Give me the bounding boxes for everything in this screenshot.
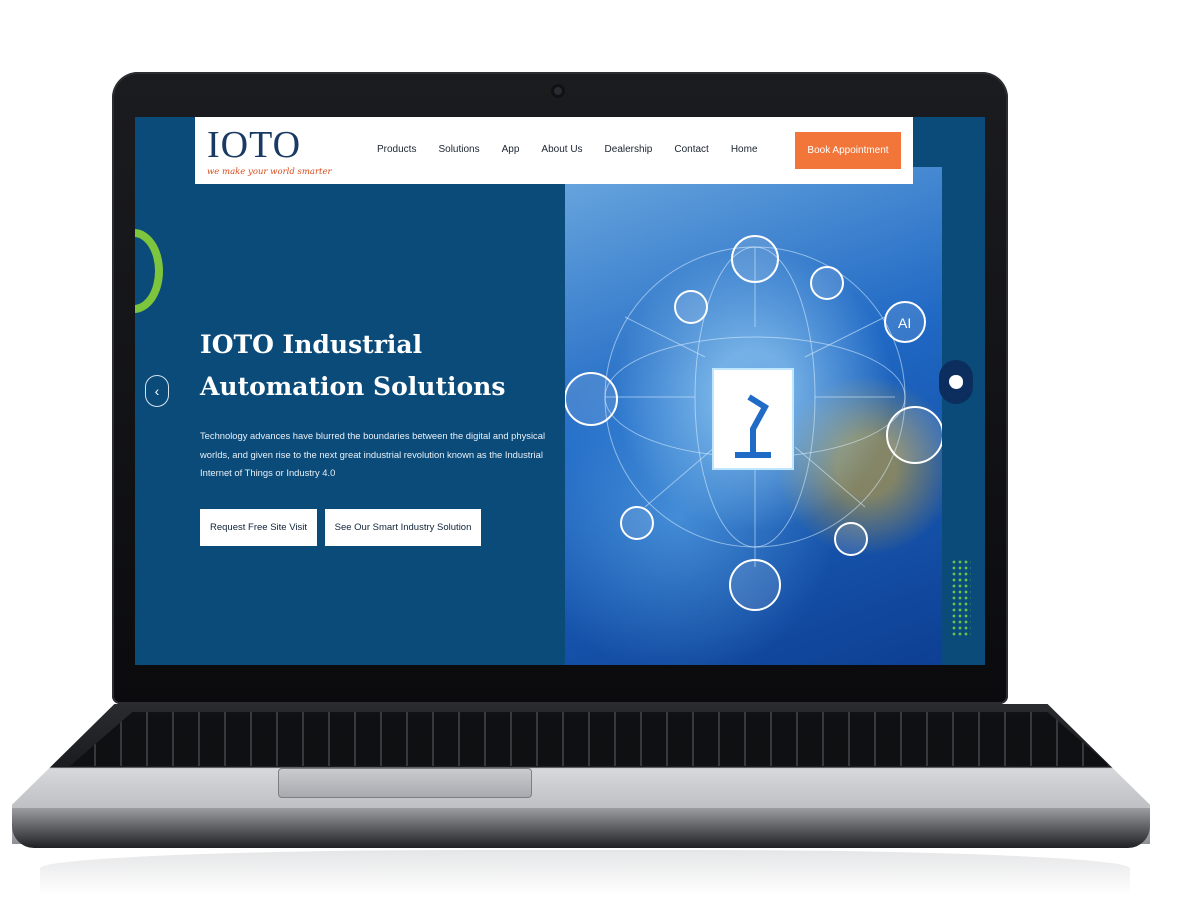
- site-navbar: IOTO we make your world smarter Products…: [195, 117, 913, 184]
- hero-description: Technology advances have blurred the bou…: [200, 430, 546, 478]
- hero-title: IOTO Industrial Automation Solutions: [200, 330, 506, 401]
- worker-icon: [729, 559, 781, 611]
- laptop-reflection: [40, 850, 1130, 896]
- cloud-icon: [674, 290, 708, 324]
- wifi-icon: [731, 235, 779, 283]
- laptop-front-edge: [12, 808, 1150, 848]
- smart-industry-solution-button[interactable]: See Our Smart Industry Solution: [325, 509, 481, 546]
- laptop-keyboard: [70, 712, 1110, 766]
- nav-products[interactable]: Products: [377, 144, 416, 155]
- slider-prev-icon[interactable]: ‹: [145, 375, 169, 407]
- laptop-screen: AI IOTO we make your world smarter Produ…: [135, 117, 985, 665]
- ioto-logo[interactable]: IOTO we make your world smarter: [205, 121, 332, 181]
- factory-icon: [886, 406, 942, 464]
- chat-icon: [949, 375, 963, 389]
- chip-icon: [834, 522, 868, 556]
- request-site-visit-button[interactable]: Request Free Site Visit: [200, 509, 317, 546]
- webcam-icon: [551, 84, 565, 98]
- decorative-dot-grid: [951, 559, 971, 637]
- nav-home[interactable]: Home: [731, 144, 758, 155]
- nav-menu: Products Solutions App About Us Dealersh…: [377, 144, 780, 155]
- nav-dealership[interactable]: Dealership: [605, 144, 653, 155]
- hero-image: AI: [565, 167, 942, 665]
- gears-icon: [620, 506, 654, 540]
- laptop-icon: [565, 372, 618, 426]
- decorative-green-arc: [135, 229, 163, 313]
- svg-text:AI: AI: [898, 315, 911, 331]
- logo-tagline: we make your world smarter: [207, 167, 332, 177]
- nav-contact[interactable]: Contact: [674, 144, 708, 155]
- chat-widget-button[interactable]: [939, 360, 973, 404]
- nav-app[interactable]: App: [502, 144, 520, 155]
- book-appointment-button[interactable]: Book Appointment: [795, 132, 901, 169]
- nav-solutions[interactable]: Solutions: [438, 144, 479, 155]
- globe-icon: [810, 266, 844, 300]
- nav-about-us[interactable]: About Us: [541, 144, 582, 155]
- logo-text: IOTO: [207, 124, 302, 166]
- iot-network-graphic: AI: [565, 235, 942, 611]
- laptop-trackpad: [278, 768, 532, 798]
